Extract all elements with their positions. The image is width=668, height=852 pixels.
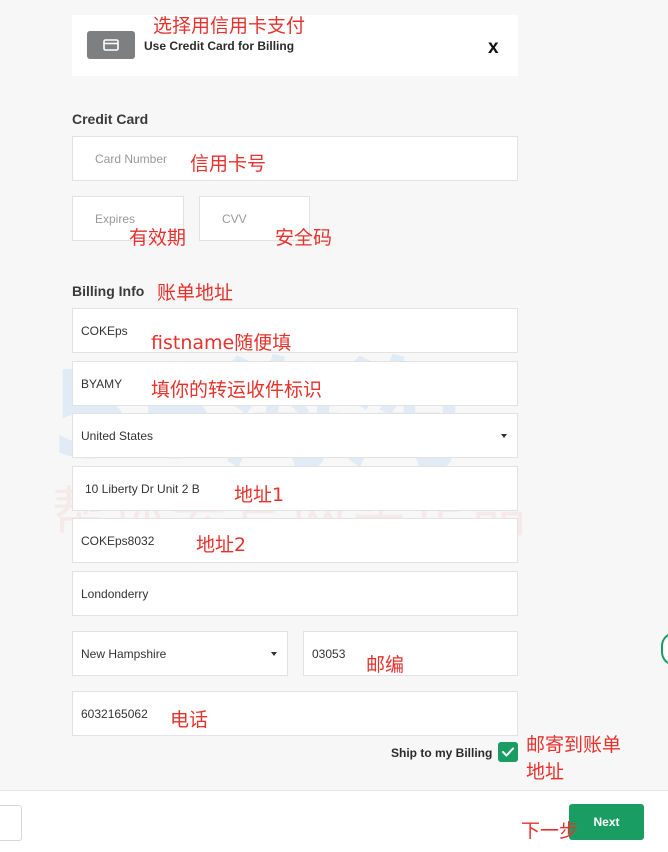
credit-card-icon [87, 31, 135, 59]
address2-input[interactable] [81, 533, 517, 548]
billing-method-title: Use Credit Card for Billing [144, 39, 295, 53]
ship-to-billing-label: Ship to my Billing [391, 746, 493, 760]
ship-to-billing-checkbox[interactable] [498, 742, 518, 762]
annotation-ship-line1: 邮寄到账单 [526, 734, 622, 756]
caret-down-icon [501, 433, 507, 438]
checkout-page: 55海淘 帮你去官网买正品 Use Credit Card for Billin… [0, 0, 668, 852]
country-select[interactable]: United States [72, 413, 518, 458]
annotation-use-card: 选择用信用卡支付 [153, 15, 306, 37]
annotation-cvv: 安全码 [275, 227, 333, 249]
credit-card-section-title: Credit Card [72, 111, 149, 127]
zip-field[interactable] [303, 631, 518, 676]
card-number-input[interactable] [95, 151, 517, 166]
address1-field[interactable] [72, 466, 518, 511]
annotation-expires: 有效期 [129, 227, 187, 249]
annotation-address1: 地址1 [234, 484, 285, 506]
first-name-input[interactable] [81, 323, 517, 338]
annotation-card-number: 信用卡号 [190, 153, 267, 175]
address1-input[interactable] [85, 481, 517, 496]
annotation-address2: 地址2 [196, 534, 247, 556]
state-value: New Hampshire [81, 646, 167, 661]
zip-input[interactable] [312, 646, 517, 661]
card-number-field[interactable] [72, 136, 518, 181]
annotation-billing: 账单地址 [157, 282, 234, 304]
annotation-next: 下一步 [521, 820, 579, 842]
close-button[interactable]: x [488, 37, 499, 59]
state-select[interactable]: New Hampshire [72, 631, 288, 676]
checkmark-icon [502, 747, 514, 757]
annotation-last-name: 填你的转运收件标识 [151, 379, 323, 401]
annotation-ship-line2: 地址 [526, 761, 565, 783]
country-value: United States [81, 428, 154, 443]
phone-field[interactable] [72, 691, 518, 736]
annotation-phone: 电话 [170, 709, 209, 731]
next-button[interactable]: Next [569, 804, 644, 840]
city-field[interactable] [72, 571, 518, 616]
first-name-field[interactable] [72, 308, 518, 353]
back-button[interactable] [0, 805, 22, 841]
annotation-first-name: fistname随便填 [151, 332, 292, 354]
city-input[interactable] [81, 586, 517, 601]
caret-down-icon [271, 651, 277, 656]
side-widget-tab[interactable] [661, 632, 668, 666]
phone-input[interactable] [81, 706, 517, 721]
annotation-zip: 邮编 [366, 654, 405, 676]
billing-info-section-title: Billing Info [72, 283, 145, 299]
address2-field[interactable] [72, 518, 518, 563]
